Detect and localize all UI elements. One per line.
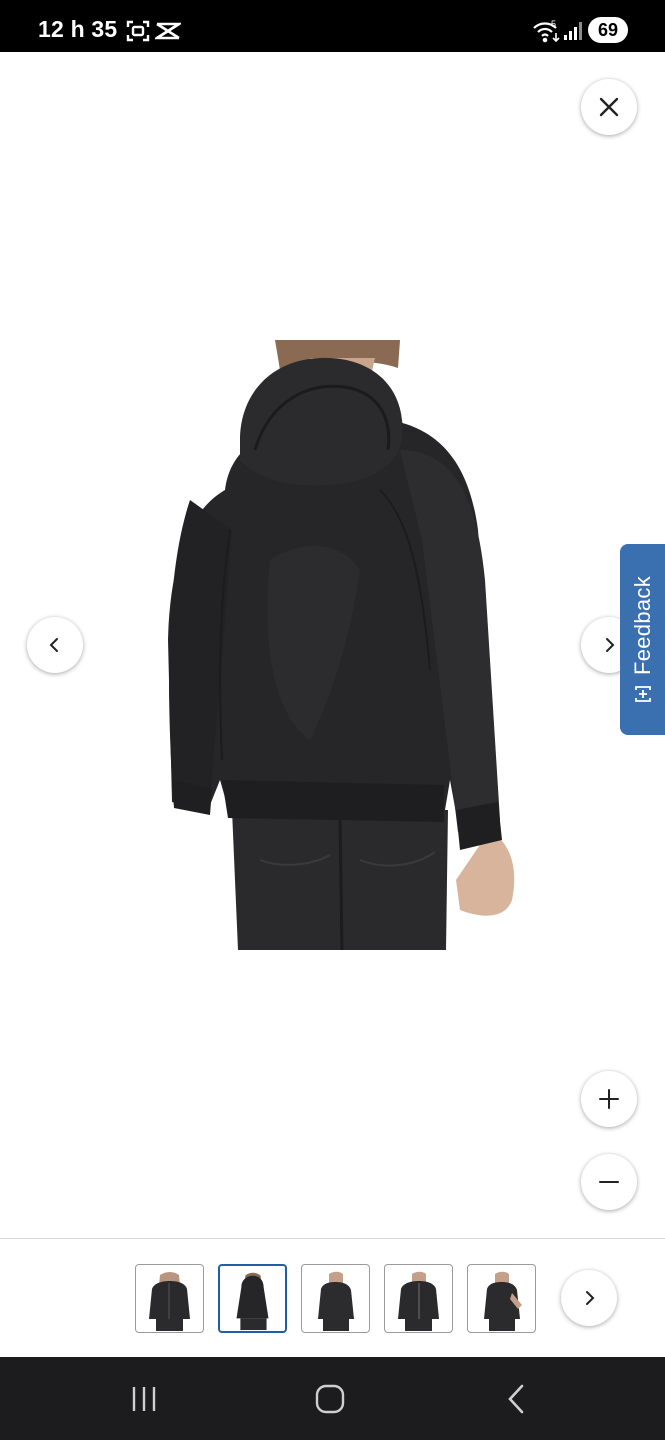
thumbnails-next-button[interactable] (561, 1270, 617, 1326)
chevron-right-icon (606, 638, 615, 652)
capcut-icon (152, 19, 184, 48)
thumbnail-2-selected[interactable] (218, 1264, 287, 1333)
signal-icon (563, 20, 583, 47)
product-image-viewer-page: 12 h 35 5 69 Feedback (0, 0, 665, 1440)
minus-icon (599, 1181, 619, 1183)
chevron-right-icon (586, 1291, 595, 1305)
status-time: 12 h 35 (38, 16, 118, 42)
home-button[interactable] (300, 1377, 360, 1421)
image-viewer (0, 52, 665, 1238)
feedback-label: Feedback (629, 576, 655, 676)
back-button[interactable] (486, 1377, 546, 1421)
back-icon (508, 1384, 524, 1414)
svg-text:5: 5 (551, 19, 556, 29)
battery-icon: 69 (588, 17, 628, 43)
recent-apps-icon (132, 1387, 156, 1411)
zoom-in-button[interactable] (581, 1071, 637, 1127)
screenshot-icon (126, 19, 150, 48)
status-bar: 12 h 35 5 69 (0, 0, 665, 52)
thumbnail-4[interactable] (384, 1264, 453, 1333)
close-button[interactable] (581, 79, 637, 135)
plus-icon (599, 1089, 619, 1109)
system-navigation-bar (0, 1357, 665, 1440)
thumbnail-3[interactable] (301, 1264, 370, 1333)
thumbnail-divider (0, 1238, 665, 1239)
thumbnail-5[interactable] (467, 1264, 536, 1333)
zoom-out-button[interactable] (581, 1154, 637, 1210)
recent-apps-button[interactable] (114, 1377, 174, 1421)
feedback-tab[interactable]: Feedback (620, 544, 665, 735)
home-icon (315, 1384, 345, 1414)
close-icon (599, 97, 619, 117)
previous-image-button[interactable] (27, 617, 83, 673)
wifi-icon: 5 (532, 19, 562, 48)
thumbnail-1[interactable] (135, 1264, 204, 1333)
chevron-left-icon (49, 638, 58, 652)
product-image[interactable] (160, 340, 520, 950)
feedback-plus-icon (634, 685, 652, 703)
